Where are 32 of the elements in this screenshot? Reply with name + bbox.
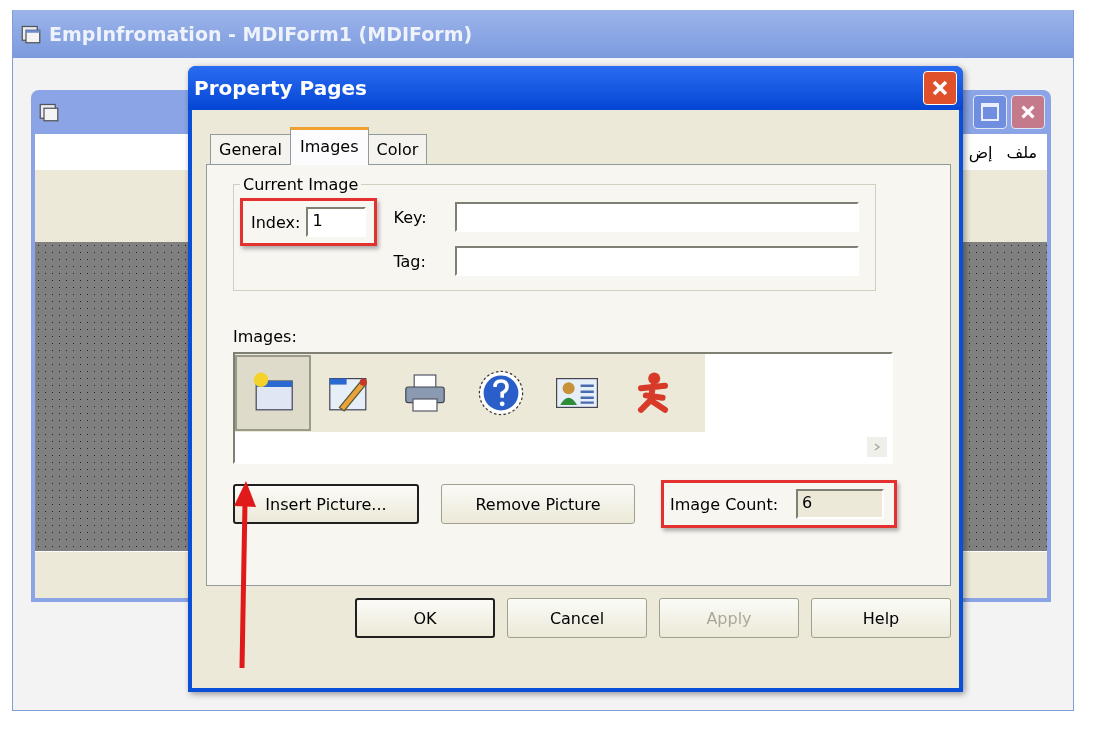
image-list[interactable] bbox=[233, 352, 893, 464]
tab[interactable]: Color bbox=[367, 134, 428, 164]
index-label: Index: bbox=[251, 212, 301, 232]
close-icon bbox=[1019, 103, 1037, 121]
window-icon bbox=[21, 24, 41, 44]
image-count-label: Image Count: bbox=[670, 494, 779, 514]
dialog-title: Property Pages bbox=[194, 76, 367, 100]
dialog-button[interactable]: Help bbox=[811, 598, 951, 638]
image-count-field: 6 bbox=[796, 489, 885, 519]
menu-item[interactable]: ملف bbox=[1006, 142, 1037, 162]
key-label: Key: bbox=[393, 207, 428, 227]
insert-picture-button[interactable]: Insert Picture... bbox=[233, 484, 419, 524]
tag-field[interactable] bbox=[455, 246, 860, 276]
maximize-button[interactable] bbox=[973, 95, 1007, 129]
group-label: Current Image bbox=[242, 175, 360, 194]
index-field[interactable]: 1 bbox=[306, 207, 367, 237]
window-icon bbox=[39, 102, 59, 122]
tab[interactable]: General bbox=[210, 134, 292, 164]
images-label: Images: bbox=[233, 327, 298, 346]
help-icon bbox=[477, 369, 525, 417]
dialog-button[interactable]: Cancel bbox=[507, 598, 647, 638]
key-field[interactable] bbox=[455, 202, 860, 232]
menu-item[interactable]: إض bbox=[968, 142, 993, 162]
window-title: EmpInfromation - MDIForm1 (MDIForm) bbox=[49, 23, 473, 45]
close-icon bbox=[930, 78, 950, 98]
tag-label: Tag: bbox=[393, 251, 427, 271]
close-button[interactable] bbox=[1011, 95, 1045, 129]
tab[interactable]: Images bbox=[290, 127, 369, 165]
chevron-right-icon bbox=[872, 442, 882, 452]
dialog-button[interactable]: OK bbox=[355, 598, 495, 638]
image-item[interactable] bbox=[235, 355, 311, 431]
remove-picture-button[interactable]: Remove Picture bbox=[441, 484, 635, 524]
